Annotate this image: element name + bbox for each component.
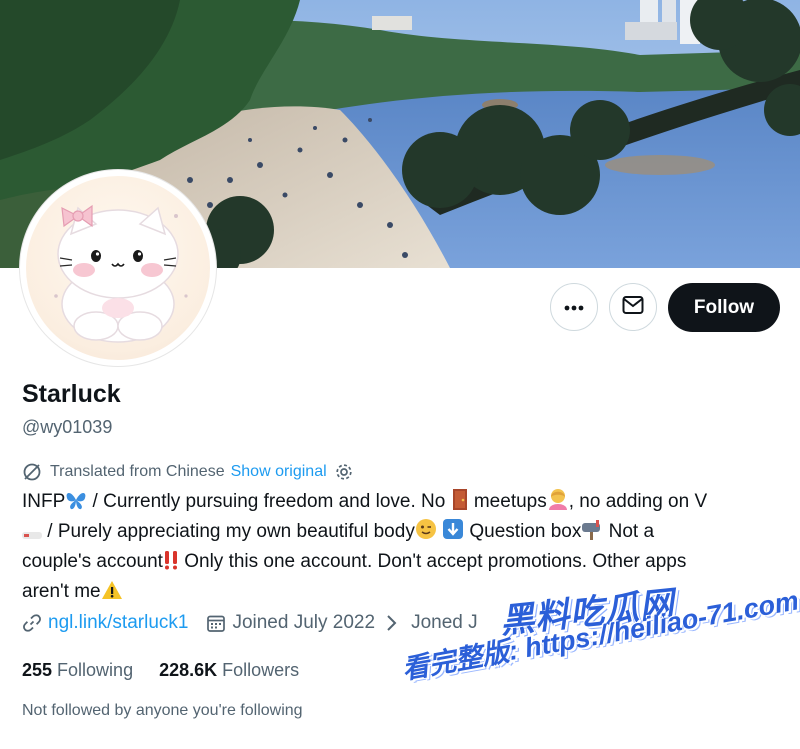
bio-text: aren't me — [22, 581, 101, 602]
followers-stat[interactable]: 228.6K Followers — [159, 660, 299, 681]
avatar-image — [26, 176, 210, 360]
bio-text: / Currently pursuing freedom and love. N… — [87, 491, 446, 512]
message-button[interactable] — [609, 283, 657, 331]
following-stat[interactable]: 255 Following — [22, 660, 133, 681]
translation-notice: Translated from Chinese Show original — [22, 462, 353, 482]
user-handle: @wy01039 — [22, 417, 113, 437]
gear-icon[interactable] — [335, 463, 353, 481]
double-exclamation-emoji-icon — [163, 550, 179, 578]
hatching-chick-emoji-icon — [22, 521, 42, 548]
bio-text: / Purely appreciating my own beautiful b… — [42, 521, 415, 542]
bio-text: couple's account — [22, 551, 163, 572]
bio-text: Only this one account. Don't accept prom… — [178, 551, 687, 572]
profile-meta: ngl.link/starluck1 Joined July 2022 Jone… — [22, 612, 478, 634]
warning-emoji-icon — [101, 580, 123, 608]
avatar[interactable] — [20, 170, 216, 366]
calendar-icon — [206, 613, 226, 633]
person-gesturing-no-emoji-icon — [547, 488, 569, 518]
chevron-right-icon — [385, 614, 397, 632]
envelope-icon — [622, 295, 644, 320]
more-button[interactable] — [550, 283, 598, 331]
bio-text: Not a — [603, 521, 655, 542]
follow-stats: 255 Following 228.6K Followers — [22, 660, 325, 681]
followers-count: 228.6K — [159, 660, 218, 680]
bio-line: couple's account Only this one account. … — [22, 548, 782, 578]
bio-text: , no adding on V — [568, 491, 708, 512]
bio-line: / Purely appreciating my own beautiful b… — [22, 518, 782, 548]
down-arrow-emoji-icon — [442, 518, 464, 548]
joined-date-duplicate: Joned J — [411, 612, 478, 633]
show-original-link[interactable]: Show original — [231, 463, 327, 481]
bio-line: INFP / Currently pursuing freedom and lo… — [22, 488, 782, 518]
door-emoji-icon — [451, 488, 469, 518]
follow-button[interactable]: Follow — [668, 283, 780, 332]
butterfly-emoji-icon — [65, 490, 87, 518]
link-icon — [22, 613, 42, 633]
translate-icon — [22, 462, 42, 482]
following-label: Following — [57, 660, 134, 680]
bio-text: meetups — [468, 491, 547, 512]
translation-notice-text: Translated from Chinese — [50, 463, 225, 480]
bio-text: Question box — [464, 521, 582, 542]
display-name: Starluck — [22, 380, 121, 408]
mailbox-emoji-icon — [581, 518, 603, 548]
followers-label: Followers — [222, 660, 300, 680]
profile-website-link[interactable]: ngl.link/starluck1 — [48, 612, 188, 634]
following-count: 255 — [22, 660, 53, 680]
wink-emoji-icon — [415, 518, 437, 548]
joined-date: Joined July 2022 — [232, 612, 376, 633]
more-horizontal-icon — [564, 298, 584, 316]
not-followed-notice: Not followed by anyone you're following — [22, 702, 303, 719]
bio-text: INFP — [22, 491, 66, 512]
